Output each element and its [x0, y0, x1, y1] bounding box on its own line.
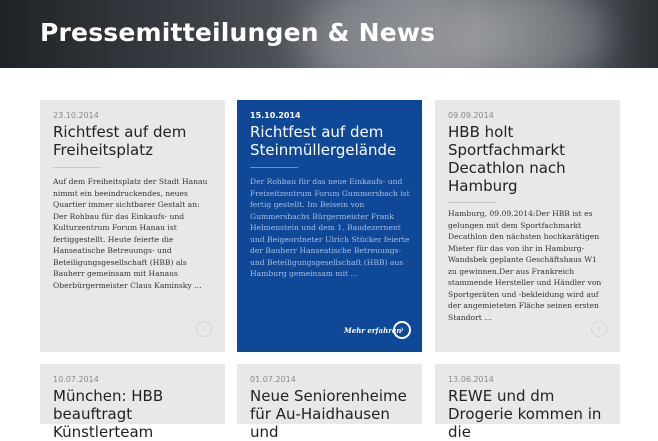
news-card[interactable]: 15.10.2014 Richtfest auf dem Steinmüller… — [237, 100, 422, 352]
news-title[interactable]: HBB holt Sportfachmarkt Decathlon nach H… — [448, 123, 610, 195]
news-card[interactable]: 10.07.2014 München: HBB beauftragt Künst… — [40, 364, 225, 441]
news-date: 01.07.2014 — [250, 375, 296, 384]
page-title: Pressemitteilungen & News — [40, 18, 436, 47]
news-title[interactable]: Richtfest auf dem Steinmüllergelände — [250, 123, 412, 159]
news-card[interactable]: 13.06.2014 REWE und dm Drogerie kommen i… — [435, 364, 620, 441]
banner-image-highlight — [470, 0, 610, 68]
news-title[interactable]: Richtfest auf dem Freiheitsplatz — [53, 123, 215, 159]
news-date: 15.10.2014 — [250, 111, 301, 120]
news-date: 13.06.2014 — [448, 375, 494, 384]
news-title[interactable]: REWE und dm Drogerie kommen in die — [448, 387, 610, 441]
divider — [53, 167, 101, 168]
news-date: 09.09.2014 — [448, 111, 494, 120]
news-title[interactable]: München: HBB beauftragt Künstlerteam — [53, 387, 215, 441]
news-card[interactable]: 09.09.2014 HBB holt Sportfachmarkt Decat… — [435, 100, 620, 352]
news-card[interactable]: 01.07.2014 Neue Seniorenheime für Au-Hai… — [237, 364, 422, 441]
arrow-right-circle-icon[interactable]: › — [196, 321, 212, 337]
divider — [250, 167, 298, 168]
news-date: 10.07.2014 — [53, 375, 99, 384]
news-date: 23.10.2014 — [53, 111, 99, 120]
news-excerpt: Hamburg, 09.09.2014:Der HBB ist es gelun… — [448, 209, 602, 322]
page-header-banner: Pressemitteilungen & News — [0, 0, 658, 68]
news-excerpt: Der Rohbau für das neue Einkaufs- und Fr… — [250, 177, 410, 278]
news-title[interactable]: Neue Seniorenheime für Au-Haidhausen und — [250, 387, 412, 441]
news-excerpt: Auf dem Freiheitsplatz der Stadt Hanau n… — [53, 177, 208, 290]
news-card[interactable]: 23.10.2014 Richtfest auf dem Freiheitspl… — [40, 100, 225, 352]
arrow-right-circle-icon[interactable]: › — [591, 321, 607, 337]
arrow-right-circle-icon[interactable]: › — [393, 321, 411, 339]
divider — [448, 202, 496, 203]
